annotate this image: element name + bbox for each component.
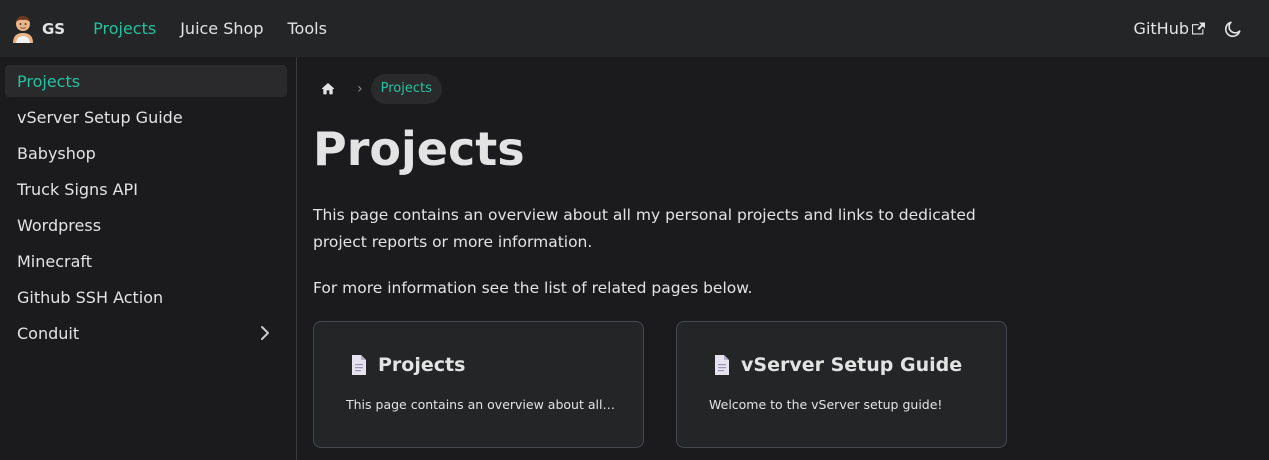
github-label: GitHub: [1133, 19, 1189, 38]
related-pages-paragraph: For more information see the list of rel…: [313, 279, 753, 297]
card-title: vServer Setup Guide: [712, 354, 962, 376]
sidebar-item-label: Projects: [17, 71, 81, 91]
breadcrumb: › Projects: [313, 74, 442, 104]
card-title: Projects: [349, 354, 465, 376]
brand-title: GS: [42, 19, 66, 38]
card-vserver-setup-guide[interactable]: vServer Setup Guide Welcome to the vServ…: [676, 321, 1007, 448]
sidebar-item-label: Babyshop: [17, 143, 96, 163]
sidebar-item-label: Wordpress: [17, 215, 102, 235]
github-link[interactable]: GitHub: [1134, 19, 1205, 38]
nav-link-tools[interactable]: Tools: [287, 19, 326, 38]
sidebar-item-label: vServer Setup Guide: [17, 107, 183, 127]
page-title: Projects: [313, 122, 525, 176]
card-title-text: Projects: [378, 354, 466, 376]
sidebar-item-conduit[interactable]: Conduit: [5, 317, 287, 349]
sidebar-item-babyshop[interactable]: Babyshop: [5, 137, 287, 169]
moon-icon[interactable]: [1223, 19, 1243, 39]
card-description: Welcome to the vServer setup guide!: [709, 397, 943, 412]
sidebar-item-wordpress[interactable]: Wordpress: [5, 209, 287, 241]
nav-link-projects[interactable]: Projects: [93, 19, 156, 38]
avatar-logo: [13, 15, 33, 43]
sidebar-item-label: Minecraft: [17, 251, 93, 271]
external-link-icon: [1192, 22, 1205, 35]
document-icon: [352, 355, 366, 375]
sidebar-item-vserver-setup-guide[interactable]: vServer Setup Guide: [5, 101, 287, 133]
breadcrumb-separator-icon: ›: [357, 81, 363, 97]
chevron-right-icon[interactable]: [257, 325, 273, 341]
sidebar-item-minecraft[interactable]: Minecraft: [5, 245, 287, 277]
main-content: › Projects Projects This page contains a…: [297, 57, 1269, 460]
brand-link[interactable]: GS: [11, 15, 65, 43]
sidebar-item-label: Truck Signs API: [17, 179, 138, 199]
document-icon: [715, 355, 729, 375]
card-description: This page contains an overview about all…: [346, 397, 616, 412]
home-icon[interactable]: [313, 74, 343, 104]
sidebar-item-label: Conduit: [17, 323, 80, 343]
breadcrumb-current: Projects: [370, 74, 442, 104]
navbar: GS Projects Juice Shop Tools GitHub: [0, 0, 1269, 57]
card-projects[interactable]: Projects This page contains an overview …: [313, 321, 644, 448]
sidebar-item-truck-signs-api[interactable]: Truck Signs API: [5, 173, 287, 205]
nav-link-juice-shop[interactable]: Juice Shop: [180, 19, 263, 38]
navbar-right: GitHub: [1134, 19, 1269, 39]
sidebar-item-github-ssh-action[interactable]: Github SSH Action: [5, 281, 287, 313]
sidebar-item-projects[interactable]: Projects: [5, 65, 287, 97]
sidebar-item-label: Github SSH Action: [17, 287, 164, 307]
card-title-text: vServer Setup Guide: [741, 354, 963, 376]
sidebar: Projects vServer Setup Guide Babyshop Tr…: [0, 57, 297, 460]
intro-paragraph: This page contains an overview about all…: [313, 206, 976, 251]
